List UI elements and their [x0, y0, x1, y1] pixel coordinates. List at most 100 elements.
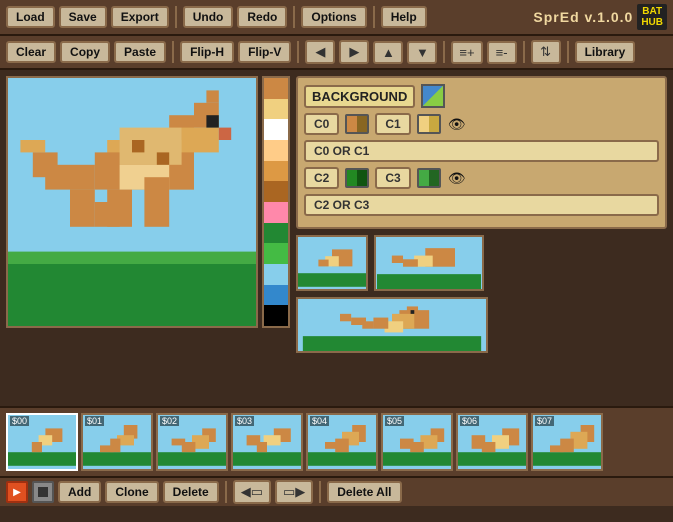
separator-3 — [373, 6, 375, 28]
side-palette[interactable] — [262, 76, 290, 328]
frame-label-3: $03 — [235, 416, 254, 426]
redo-button[interactable]: Redo — [237, 6, 287, 28]
separator-5 — [297, 41, 299, 63]
palette-swatch-4[interactable] — [264, 140, 288, 161]
pixel-canvas[interactable] — [6, 76, 258, 328]
preview-svg-large — [298, 299, 486, 351]
palette-swatch-8[interactable] — [264, 223, 288, 244]
separator-7 — [523, 41, 525, 63]
help-button[interactable]: Help — [381, 6, 427, 28]
separator-1 — [175, 6, 177, 28]
c0-or-c1-row: C0 OR C1 — [304, 140, 659, 162]
paste-button[interactable]: Paste — [114, 41, 166, 63]
frame-label-7: $07 — [535, 416, 554, 426]
library-button[interactable]: Library — [575, 41, 636, 63]
stop-icon — [38, 487, 48, 497]
preview-medium-1 — [374, 235, 484, 291]
separator-6 — [443, 41, 445, 63]
flip-v-button[interactable]: Flip-V — [238, 41, 291, 63]
c0-label: C0 — [304, 113, 339, 135]
c1-swatch[interactable] — [417, 114, 441, 134]
palette-swatch-3[interactable] — [264, 119, 288, 140]
export-button[interactable]: Export — [111, 6, 169, 28]
clear-button[interactable]: Clear — [6, 41, 56, 63]
delete-all-button[interactable]: Delete All — [327, 481, 401, 503]
c0-swatch[interactable] — [345, 114, 369, 134]
palette-swatch-10[interactable] — [264, 264, 288, 285]
swap-button[interactable]: ⇅ — [531, 40, 561, 64]
right-panel: BACKGROUND C0 C1 👁 C0 OR C1 C2 C3 — [296, 76, 667, 400]
sprite-frame-1[interactable]: $01 — [81, 413, 153, 471]
c2-or-c3-label: C2 OR C3 — [304, 194, 659, 216]
sprite-frame-7[interactable]: $07 — [531, 413, 603, 471]
bat-hub-logo: BATHUB — [637, 4, 667, 30]
palette-swatch-2[interactable] — [264, 99, 288, 120]
zoom-in-button[interactable]: ≡+ — [451, 41, 482, 64]
c0-c1-row: C0 C1 👁 — [304, 113, 659, 135]
c2-swatch[interactable] — [345, 168, 369, 188]
save-button[interactable]: Save — [59, 6, 107, 28]
pixel-art-svg — [8, 78, 256, 326]
toolbar-1: Load Save Export Undo Redo Options Help … — [0, 0, 673, 36]
arrow-right-button[interactable]: ▶ — [339, 40, 369, 64]
c3-label: C3 — [375, 167, 410, 189]
arrow-down-button[interactable]: ▼ — [407, 41, 437, 64]
undo-button[interactable]: Undo — [183, 6, 234, 28]
app-title: SprEd v.1.0.0 — [533, 9, 633, 25]
c2-or-c3-row: C2 OR C3 — [304, 194, 659, 216]
bottom-bar: ▶ Add Clone Delete ◀▭ ▭▶ Delete All — [0, 476, 673, 506]
c2-label: C2 — [304, 167, 339, 189]
background-label: BACKGROUND — [304, 85, 415, 108]
sprite-frame-2[interactable]: $02 — [156, 413, 228, 471]
flip-h-button[interactable]: Flip-H — [180, 41, 234, 63]
delete-button[interactable]: Delete — [163, 481, 219, 503]
palette-swatch-11[interactable] — [264, 285, 288, 306]
separator-4 — [172, 41, 174, 63]
sprite-frame-3[interactable]: $03 — [231, 413, 303, 471]
palette-swatch-12[interactable] — [264, 305, 288, 326]
frame-label-2: $02 — [160, 416, 179, 426]
preview-svg-2 — [376, 237, 482, 289]
palette-swatch-7[interactable] — [264, 202, 288, 223]
separator-9 — [225, 481, 227, 503]
sprite-frame-0[interactable]: $00 — [6, 413, 78, 471]
c2c3-visibility-icon[interactable]: 👁 — [447, 168, 467, 188]
background-row: BACKGROUND — [304, 84, 659, 108]
frame-label-0: $00 — [10, 416, 29, 426]
palette-swatch-9[interactable] — [264, 243, 288, 264]
palette-swatch-1[interactable] — [264, 78, 288, 99]
separator-2 — [293, 6, 295, 28]
play-button[interactable]: ▶ — [6, 481, 28, 503]
c1-label: C1 — [375, 113, 410, 135]
sprite-frame-4[interactable]: $04 — [306, 413, 378, 471]
frame-label-6: $06 — [460, 416, 479, 426]
options-button[interactable]: Options — [301, 6, 366, 28]
sprite-frame-6[interactable]: $06 — [456, 413, 528, 471]
palette-swatch-6[interactable] — [264, 181, 288, 202]
frame-label-4: $04 — [310, 416, 329, 426]
load-button[interactable]: Load — [6, 6, 55, 28]
previews-row — [296, 235, 667, 291]
add-button[interactable]: Add — [58, 481, 101, 503]
c0-or-c1-label: C0 OR C1 — [304, 140, 659, 162]
palette-swatch-5[interactable] — [264, 161, 288, 182]
c3-swatch[interactable] — [417, 168, 441, 188]
main-layout: BACKGROUND C0 C1 👁 C0 OR C1 C2 C3 — [0, 70, 673, 406]
background-panel: BACKGROUND C0 C1 👁 C0 OR C1 C2 C3 — [296, 76, 667, 229]
preview-svg-1 — [298, 237, 366, 289]
toolbar-2: Clear Copy Paste Flip-H Flip-V ◀ ▶ ▲ ▼ ≡… — [0, 36, 673, 70]
preview-small-1 — [296, 235, 368, 291]
stop-button[interactable] — [32, 481, 54, 503]
frame-label-5: $05 — [385, 416, 404, 426]
frame-prev-button[interactable]: ◀▭ — [233, 480, 271, 504]
zoom-out-button[interactable]: ≡- — [487, 41, 517, 64]
clone-button[interactable]: Clone — [105, 481, 158, 503]
arrow-left-button[interactable]: ◀ — [305, 40, 335, 64]
c0c1-visibility-icon[interactable]: 👁 — [447, 114, 467, 134]
arrow-up-button[interactable]: ▲ — [373, 41, 403, 64]
separator-8 — [567, 41, 569, 63]
frame-next-button[interactable]: ▭▶ — [275, 480, 313, 504]
copy-button[interactable]: Copy — [60, 41, 110, 63]
sprite-frame-5[interactable]: $05 — [381, 413, 453, 471]
background-swatch[interactable] — [421, 84, 445, 108]
